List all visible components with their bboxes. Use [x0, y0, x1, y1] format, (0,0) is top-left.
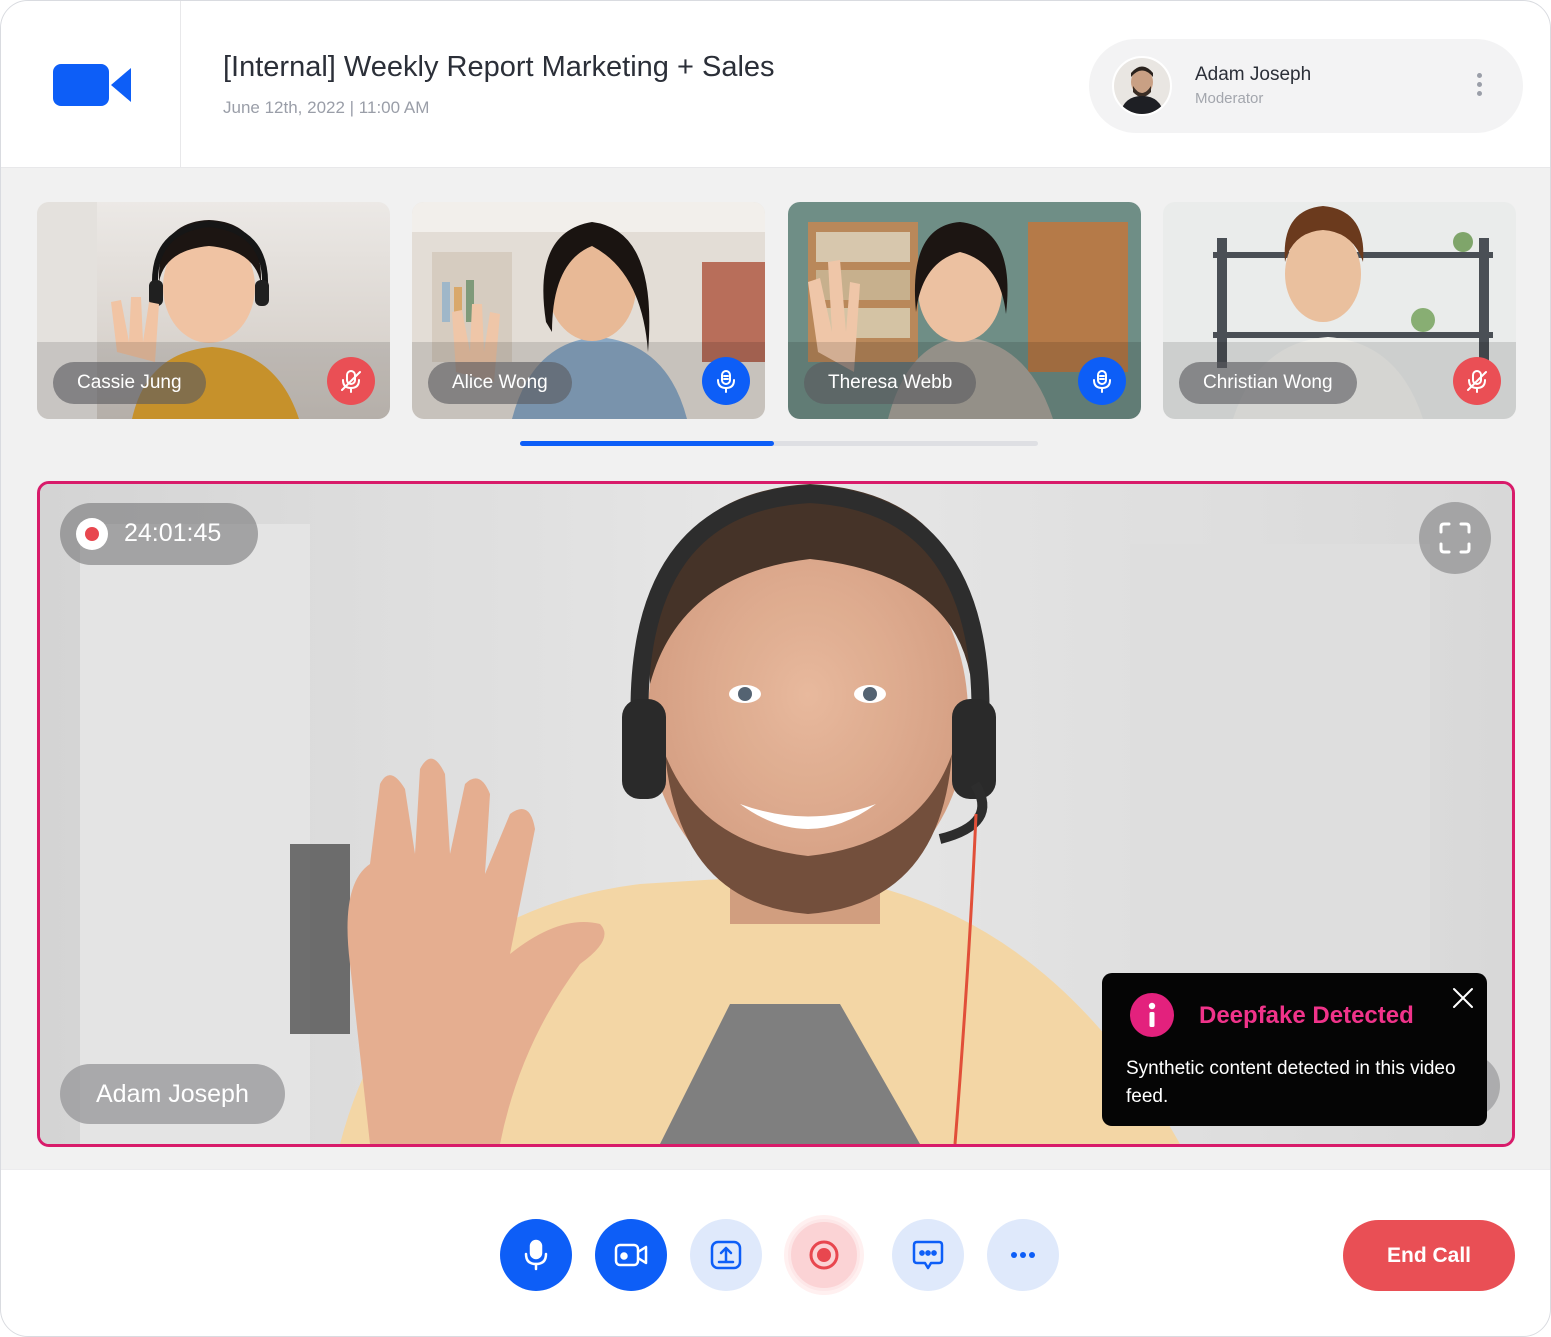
more-button[interactable] [987, 1219, 1059, 1291]
more-horizontal-icon [1011, 1252, 1035, 1258]
alert-title: Deepfake Detected [1199, 1002, 1414, 1029]
record-icon [809, 1240, 839, 1270]
mic-button[interactable] [500, 1219, 572, 1291]
user-role: Moderator [1195, 90, 1264, 107]
close-icon[interactable] [1450, 985, 1476, 1011]
meeting-title: [Internal] Weekly Report Marketing + Sal… [223, 51, 775, 83]
mic-off-icon[interactable] [327, 357, 375, 405]
record-icon [76, 518, 108, 550]
deepfake-alert: Deepfake Detected Synthetic content dete… [1102, 973, 1487, 1126]
participant-name: Cassie Jung [53, 362, 206, 404]
participant-tile-theresa-webb[interactable]: Theresa Webb [788, 202, 1141, 419]
mic-icon [524, 1239, 548, 1271]
participant-pager-indicator[interactable] [520, 441, 774, 446]
logo-cell [1, 1, 181, 168]
fullscreen-icon[interactable] [1419, 502, 1491, 574]
chat-icon [912, 1240, 944, 1270]
recording-time: 24:01:45 [124, 519, 222, 547]
participant-tile-christian-wong[interactable]: Christian Wong [1163, 202, 1516, 419]
mic-icon[interactable] [702, 357, 750, 405]
participant-name: Christian Wong [1179, 362, 1357, 404]
user-card[interactable]: Adam Joseph Moderator [1089, 39, 1523, 133]
video-camera-icon [614, 1243, 648, 1267]
meeting-date: June 12th, 2022 | 11:00 AM [223, 98, 430, 117]
more-vertical-icon[interactable] [1469, 69, 1489, 103]
chat-button[interactable] [892, 1219, 964, 1291]
participant-name: Theresa Webb [804, 362, 977, 404]
mic-off-icon[interactable] [1453, 357, 1501, 405]
header: [Internal] Weekly Report Marketing + Sal… [1, 1, 1550, 168]
recording-timer: 24:01:45 [60, 503, 258, 565]
user-name: Adam Joseph [1195, 64, 1312, 85]
speaker-name: Adam Joseph [60, 1064, 285, 1124]
control-bar [1, 1169, 1550, 1336]
participant-tile-alice-wong[interactable]: Alice Wong [412, 202, 765, 419]
share-screen-button[interactable] [690, 1219, 762, 1291]
video-call-app: [Internal] Weekly Report Marketing + Sal… [0, 0, 1551, 1337]
mic-icon[interactable] [1078, 357, 1126, 405]
camera-button[interactable] [595, 1219, 667, 1291]
record-button[interactable] [788, 1219, 860, 1291]
alert-message: Synthetic content detected in this video… [1126, 1058, 1456, 1107]
participant-name: Alice Wong [428, 362, 572, 404]
share-screen-icon [710, 1240, 742, 1270]
video-camera-icon [53, 62, 133, 113]
end-call-button[interactable]: End Call [1343, 1220, 1515, 1291]
participant-tile-cassie-jung[interactable]: Cassie Jung [37, 202, 390, 419]
info-icon [1130, 993, 1174, 1037]
avatar [1112, 56, 1172, 116]
